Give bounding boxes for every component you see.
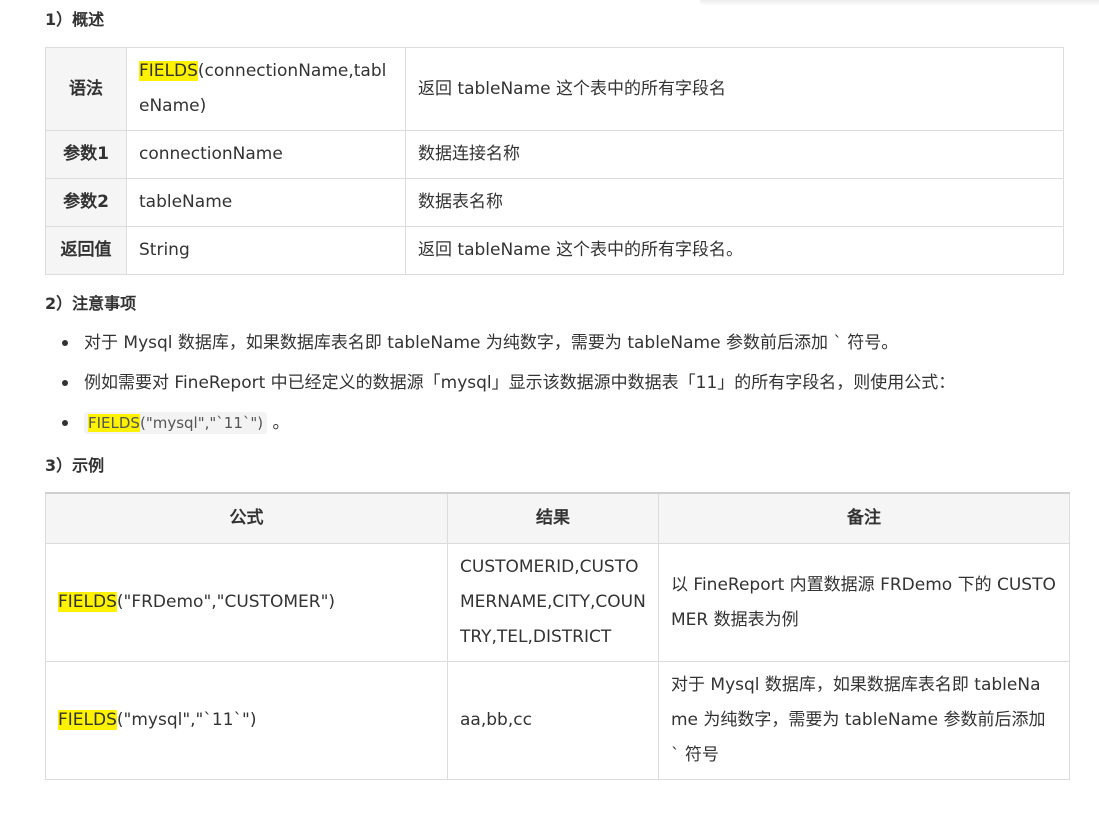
function-name-highlight: FIELDS xyxy=(58,592,117,612)
list-item: FIELDS("mysql","`11`") 。 xyxy=(62,408,1062,448)
row-key: 参数2 xyxy=(45,178,127,227)
row-desc: 数据表名称 xyxy=(405,178,1064,227)
code-suffix: 。 xyxy=(267,413,290,433)
function-args: ("FRDemo","CUSTOMER") xyxy=(116,592,336,612)
row-desc: 数据连接名称 xyxy=(405,130,1064,179)
example-heading: 3）示例 xyxy=(45,456,105,475)
note-cell: 对于 Mysql 数据库，如果数据库表名即 tableName 为纯数字，需要为… xyxy=(658,661,1070,780)
overview-heading: 1）概述 xyxy=(45,10,105,29)
syntax-cell: FIELDS(connectionName,tableName) xyxy=(126,47,406,131)
column-header: 结果 xyxy=(447,492,659,544)
table-row: 参数1 connectionName 数据连接名称 xyxy=(45,130,1064,179)
function-name-highlight: FIELDS xyxy=(58,710,117,730)
inline-code: FIELDS("mysql","`11`") xyxy=(84,412,268,434)
top-shadow xyxy=(700,0,1099,6)
table-row: 语法 FIELDS(connectionName,tableName) 返回 t… xyxy=(45,47,1064,131)
table-row: 返回值 String 返回 tableName 这个表中的所有字段名。 xyxy=(45,226,1064,275)
table-row: 参数2 tableName 数据表名称 xyxy=(45,178,1064,227)
formula-cell: FIELDS("FRDemo","CUSTOMER") xyxy=(45,543,448,662)
row-key: 参数1 xyxy=(45,130,127,179)
example-table: 公式 结果 备注 FIELDS("FRDemo","CUSTOMER") CUS… xyxy=(45,492,1070,780)
row-key: 返回值 xyxy=(45,226,127,275)
function-name-highlight: FIELDS xyxy=(88,414,140,432)
note-cell: 以 FineReport 内置数据源 FRDemo 下的 CUSTOMER 数据… xyxy=(658,543,1070,662)
function-args: ("mysql","`11`") xyxy=(116,710,257,730)
table-header-row: 公式 结果 备注 xyxy=(45,492,1070,544)
row-desc: 返回 tableName 这个表中的所有字段名 xyxy=(405,47,1064,131)
row-key: 语法 xyxy=(45,47,127,131)
result-cell: CUSTOMERID,CUSTOMERNAME,CITY,COUNTRY,TEL… xyxy=(447,543,659,662)
column-header: 备注 xyxy=(658,492,1070,544)
row-value: connectionName xyxy=(126,130,406,179)
column-header: 公式 xyxy=(45,492,448,544)
function-args: ("mysql","`11`") xyxy=(139,414,264,432)
list-item: 例如需要对 FineReport 中已经定义的数据源「mysql」显示该数据源中… xyxy=(62,368,1062,408)
row-value: String xyxy=(126,226,406,275)
notes-heading: 2）注意事项 xyxy=(45,294,137,313)
table-row: FIELDS("mysql","`11`") aa,bb,cc 对于 Mysql… xyxy=(45,661,1070,780)
result-cell: aa,bb,cc xyxy=(447,661,659,780)
notes-list: 对于 Mysql 数据库，如果数据库表名即 tableName 为纯数字，需要为… xyxy=(62,328,1062,448)
syntax-table: 语法 FIELDS(connectionName,tableName) 返回 t… xyxy=(45,47,1064,275)
row-desc: 返回 tableName 这个表中的所有字段名。 xyxy=(405,226,1064,275)
row-value: tableName xyxy=(126,178,406,227)
list-item: 对于 Mysql 数据库，如果数据库表名即 tableName 为纯数字，需要为… xyxy=(62,328,1062,368)
table-row: FIELDS("FRDemo","CUSTOMER") CUSTOMERID,C… xyxy=(45,543,1070,662)
formula-cell: FIELDS("mysql","`11`") xyxy=(45,661,448,780)
function-name-highlight: FIELDS xyxy=(139,61,198,81)
